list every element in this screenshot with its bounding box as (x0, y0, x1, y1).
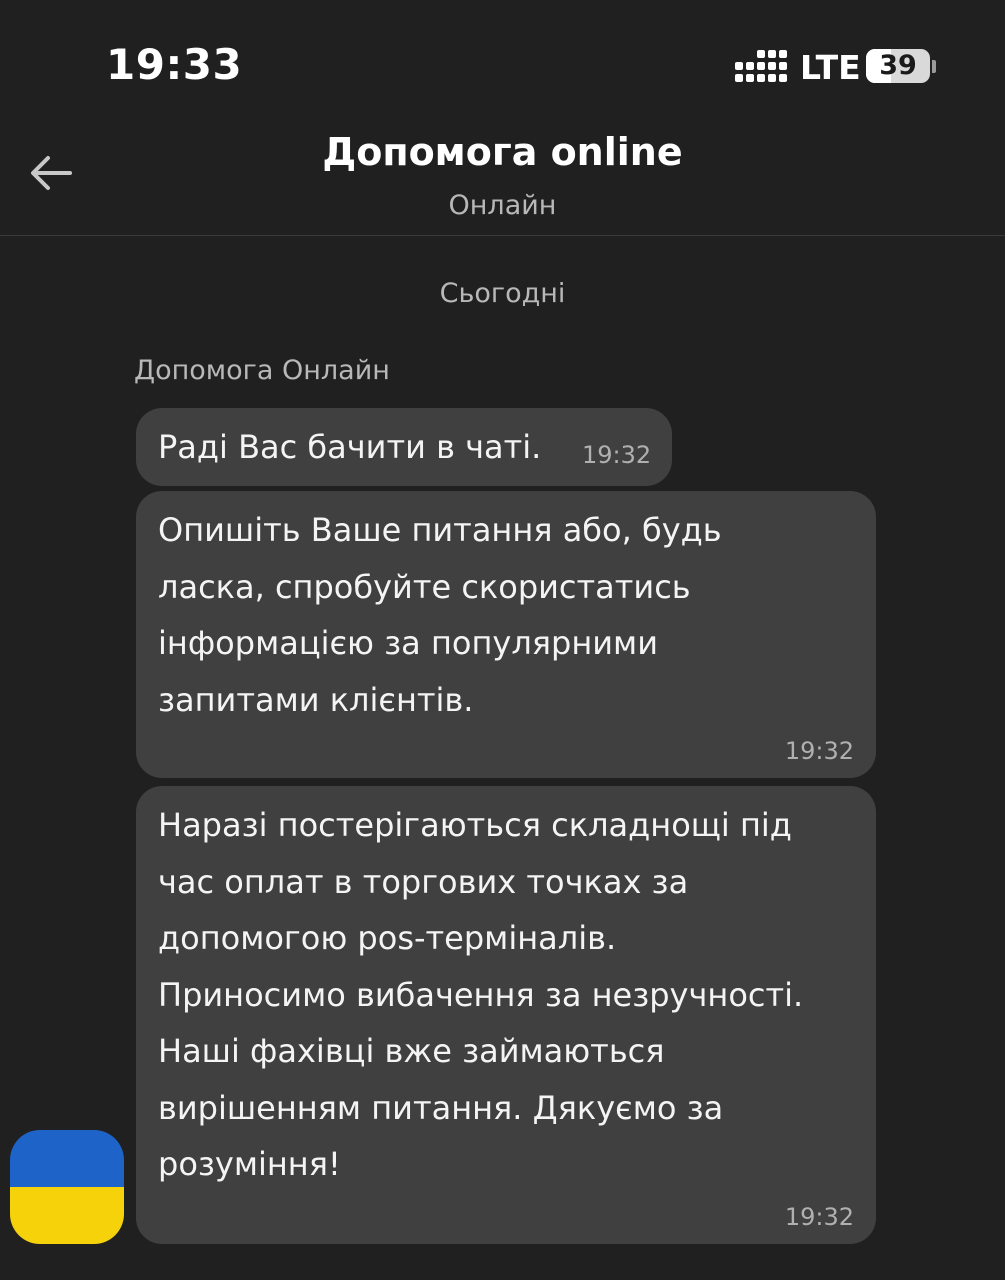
message-line: Наші фахівці вже займаються (158, 1032, 665, 1070)
message-line: Приносимо вибачення за незручності. (158, 975, 804, 1014)
message-line: ласка, спробуйте скористатись (158, 567, 691, 606)
message-bubble[interactable]: Опишіть Ваше питання або, будь ласка, сп… (136, 491, 876, 778)
message-line: вирішенням питання. Дякуємо за (158, 1088, 724, 1127)
battery-tip (932, 60, 936, 73)
message-text: Наразі постерігаються складнощі під час … (158, 797, 854, 1193)
message-time: 19:32 (582, 441, 652, 469)
message-line: інформацією за популярними (158, 624, 658, 662)
network-type: LTE (800, 48, 861, 87)
message-bubble[interactable]: Наразі постерігаються складнощі під час … (136, 786, 876, 1244)
avatar-flag-blue (10, 1130, 124, 1187)
chat-header: Допомога online Онлайн (0, 110, 1005, 236)
signal-strength-icon (735, 50, 787, 82)
message-line: Наразі постерігаються складнощі під (158, 806, 792, 844)
message-line: Опишіть Ваше питання або, будь (158, 511, 722, 549)
message-line: розуміння! (158, 1145, 341, 1183)
date-divider: Сьогодні (439, 278, 566, 309)
message-time: 19:32 (784, 737, 854, 765)
ukraine-flag-icon[interactable] (10, 1130, 124, 1244)
sender-name: Допомога Онлайн (134, 355, 390, 386)
battery-percent: 39 (879, 50, 917, 81)
message-line: допомогою pos-терміналів. (158, 919, 617, 957)
status-time: 19:33 (106, 40, 243, 89)
message-text: Опишіть Ваше питання або, будь ласка, сп… (158, 502, 854, 728)
avatar-flag-yellow (10, 1187, 124, 1244)
chat-screen: 19:33 LTE 39 Допомога online Онлайн Сьог (0, 0, 1005, 1280)
message-line: запитами клієнтів. (158, 680, 474, 719)
chat-online-status: Онлайн (448, 190, 557, 221)
message-bubble[interactable]: Раді Вас бачити в чаті. 19:32 (136, 408, 672, 486)
message-text: Раді Вас бачити в чаті. (158, 428, 542, 466)
chat-title: Допомога online (322, 130, 683, 174)
message-time: 19:32 (784, 1203, 854, 1231)
message-line: час оплат в торгових точках за (158, 862, 689, 901)
battery-icon: 39 (866, 49, 930, 83)
